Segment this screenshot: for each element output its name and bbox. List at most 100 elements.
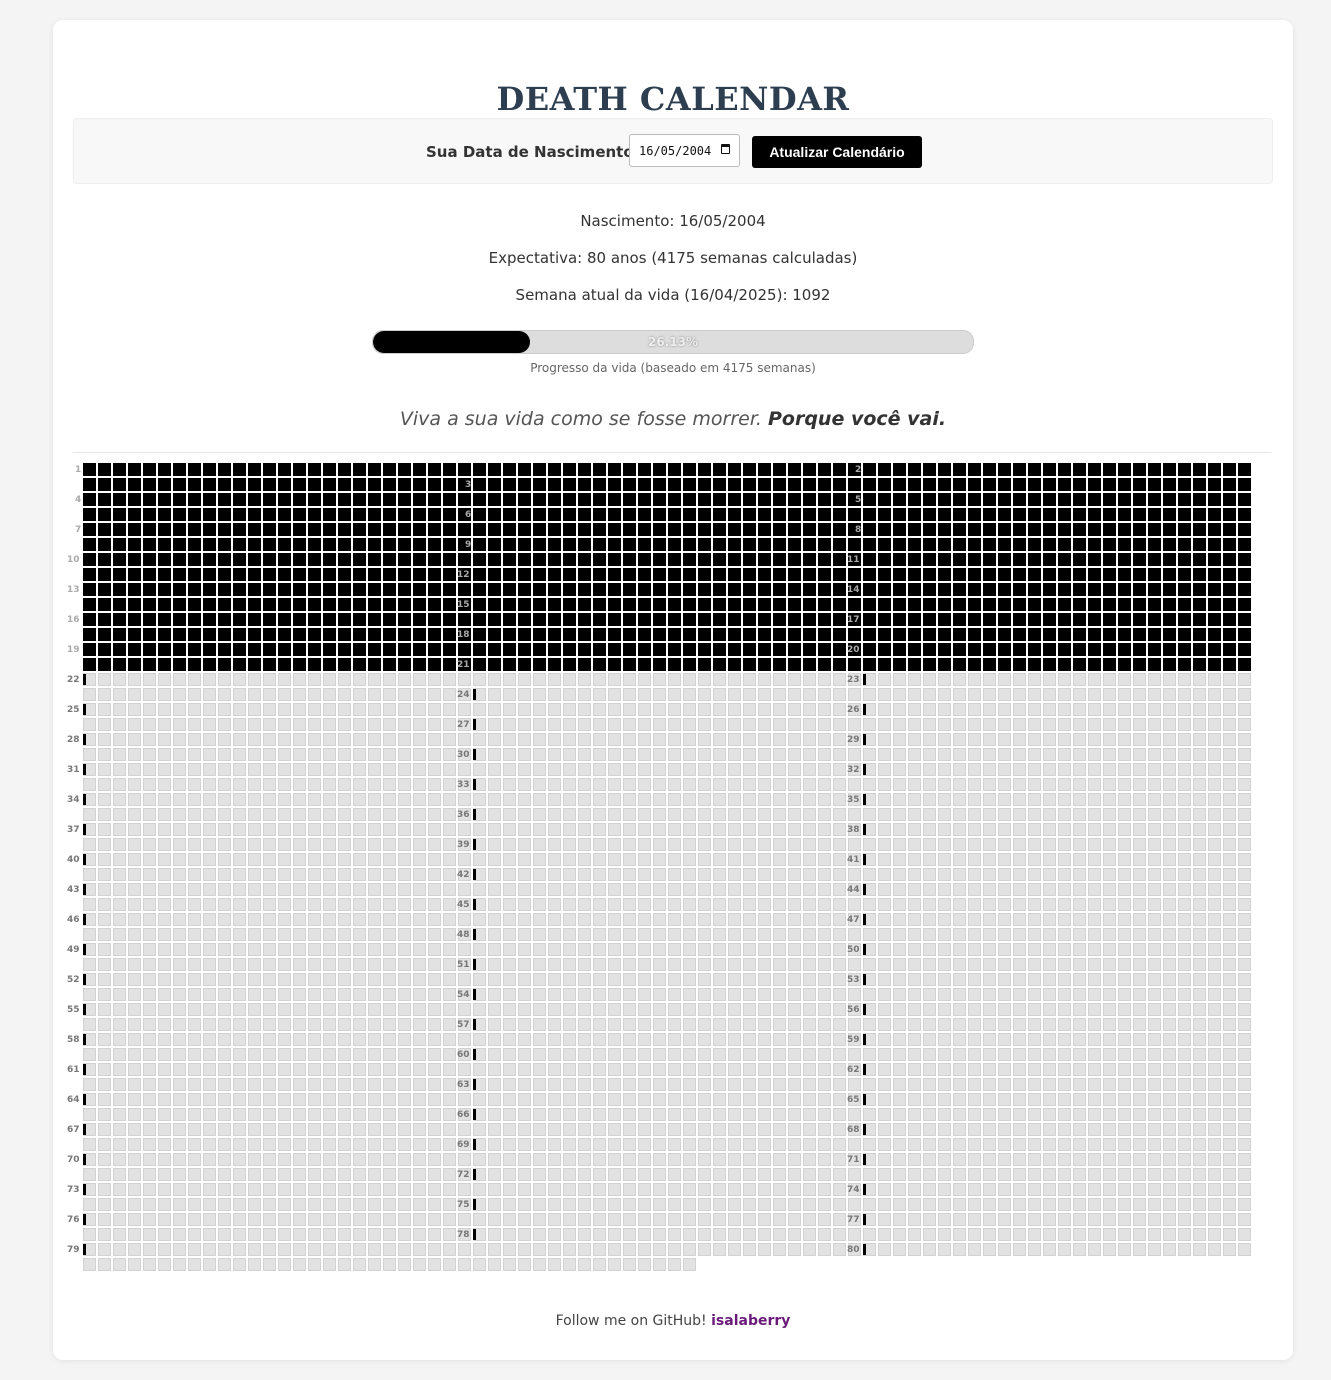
week-cell — [1163, 748, 1176, 761]
week-cell — [428, 793, 441, 806]
week-cell — [293, 1063, 306, 1076]
week-cell — [593, 493, 606, 506]
week-cell — [1103, 538, 1116, 551]
week-cell — [803, 658, 816, 671]
week-cell — [428, 1078, 441, 1091]
week-cell — [338, 1033, 351, 1046]
week-cell — [908, 1213, 921, 1226]
week-cell — [668, 508, 681, 521]
week-cell — [398, 973, 411, 986]
week-cell — [818, 628, 831, 641]
week-cell — [998, 733, 1011, 746]
week-cell — [698, 583, 711, 596]
week-cell — [263, 463, 276, 476]
week-cell — [503, 763, 516, 776]
github-link[interactable]: isalaberry — [711, 1313, 790, 1329]
week-cell — [848, 703, 861, 716]
week-cell — [308, 1258, 321, 1271]
week-cell — [1058, 838, 1071, 851]
week-cell — [968, 913, 981, 926]
week-cell — [818, 523, 831, 536]
week-cell — [593, 763, 606, 776]
week-cell — [653, 1138, 666, 1151]
week-cell — [548, 913, 561, 926]
year-marker — [863, 1064, 866, 1075]
week-cell — [773, 943, 786, 956]
week-cell — [608, 613, 621, 626]
week-cell — [893, 703, 906, 716]
week-cell — [1058, 538, 1071, 551]
week-cell — [758, 538, 771, 551]
week-cell — [1013, 1228, 1026, 1241]
week-cell — [803, 793, 816, 806]
week-cell — [1088, 613, 1101, 626]
week-cell — [1043, 463, 1056, 476]
week-cell — [578, 673, 591, 686]
week-cell — [743, 808, 756, 821]
week-cell — [938, 1183, 951, 1196]
week-cell — [353, 523, 366, 536]
week-cell — [953, 1108, 966, 1121]
week-cell — [578, 823, 591, 836]
week-cell — [848, 538, 861, 551]
week-cell — [308, 973, 321, 986]
week-cell — [293, 853, 306, 866]
week-cell — [1118, 523, 1131, 536]
week-cell — [368, 613, 381, 626]
week-cell — [143, 778, 156, 791]
week-cell — [353, 643, 366, 656]
week-cell — [263, 1258, 276, 1271]
year-label: 35 — [847, 795, 860, 805]
week-cell — [1238, 568, 1251, 581]
week-cell — [308, 1003, 321, 1016]
week-cell — [1178, 763, 1191, 776]
week-cell — [248, 1153, 261, 1166]
week-cell — [773, 1243, 786, 1256]
week-cell — [1133, 1213, 1146, 1226]
week-cell — [113, 568, 126, 581]
week-cell — [833, 478, 846, 491]
week-cell — [1058, 1123, 1071, 1136]
week-cell — [938, 673, 951, 686]
week-cell — [203, 838, 216, 851]
week-cell — [998, 553, 1011, 566]
week-cell — [173, 973, 186, 986]
week-cell — [863, 493, 876, 506]
week-cell — [413, 523, 426, 536]
week-cell — [1043, 1168, 1056, 1181]
week-cell — [533, 628, 546, 641]
birthdate-input[interactable]: 16/05/2004 — [629, 134, 740, 167]
week-cell — [263, 913, 276, 926]
week-cell — [323, 1183, 336, 1196]
week-cell — [578, 1018, 591, 1031]
week-cell — [1118, 778, 1131, 791]
week-cell — [1208, 943, 1221, 956]
week-cell — [113, 673, 126, 686]
week-cell — [548, 1183, 561, 1196]
week-cell — [398, 478, 411, 491]
week-cell — [623, 1108, 636, 1121]
week-cell — [323, 508, 336, 521]
week-cell — [518, 568, 531, 581]
week-cell — [1013, 988, 1026, 1001]
week-cell — [1133, 1033, 1146, 1046]
week-cell — [533, 1078, 546, 1091]
week-cell — [1208, 898, 1221, 911]
week-cell — [743, 1153, 756, 1166]
week-cell — [893, 1048, 906, 1061]
calendar-icon[interactable] — [721, 144, 730, 154]
year-marker — [83, 674, 86, 685]
week-cell — [83, 733, 96, 746]
update-calendar-button[interactable]: Atualizar Calendário — [752, 136, 922, 168]
week-cell — [1223, 913, 1236, 926]
week-cell — [113, 1018, 126, 1031]
week-cell — [233, 598, 246, 611]
week-cell — [338, 613, 351, 626]
week-cell — [773, 778, 786, 791]
week-cell — [608, 643, 621, 656]
week-cell — [218, 478, 231, 491]
week-cell — [1058, 643, 1071, 656]
week-cell — [533, 1183, 546, 1196]
week-cell — [683, 943, 696, 956]
week-cell — [173, 1183, 186, 1196]
